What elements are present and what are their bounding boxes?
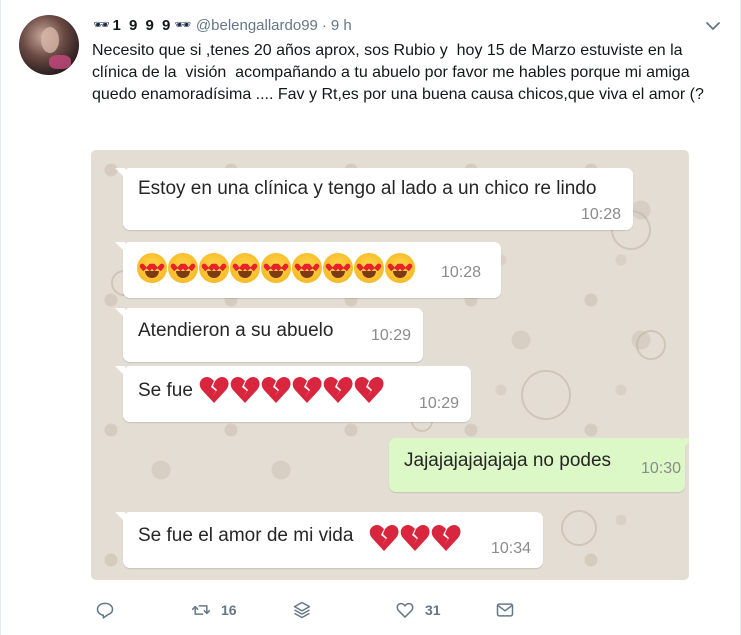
chat-message-incoming: 10:28	[115, 242, 501, 298]
broken-heart-icon	[261, 377, 291, 403]
broken-heart-icon	[354, 377, 384, 403]
message-text: Se fue el amor de mi vida	[138, 525, 354, 546]
sunglasses-icon: 🕶	[93, 17, 109, 32]
layers-icon	[293, 601, 311, 619]
broken-heart-emoji-row	[199, 376, 384, 404]
reply-icon	[96, 602, 114, 619]
heart-eyes-emoji-icon	[168, 253, 198, 283]
heart-outline-icon	[396, 602, 414, 618]
heart-eyes-emoji-icon	[230, 253, 260, 283]
message-text: Se fue	[138, 380, 193, 401]
retweet-count: 16	[221, 602, 237, 618]
message-text: Jajajajajajajaja no podes	[404, 450, 612, 471]
layers-button[interactable]	[292, 596, 312, 624]
tweet-card[interactable]: 🕶 1 9 9 9 🕶 @belengallardo99 · 9 h Neces…	[0, 0, 741, 635]
broken-heart-emoji-row	[369, 524, 461, 552]
broken-heart-icon	[199, 377, 229, 403]
retweet-button[interactable]: 16	[191, 596, 237, 624]
chat-message-incoming: Estoy en una clínica y tengo al lado a u…	[115, 168, 633, 230]
reply-button[interactable]	[95, 596, 115, 624]
tweet-text: Necesito que si ,tenes 20 años aprox, so…	[92, 42, 704, 103]
heart-eyes-emoji-icon	[354, 253, 384, 283]
display-name[interactable]: 1 9 9 9	[113, 17, 173, 34]
message-text: Atendieron a su abuelo	[138, 320, 334, 341]
message-time: 10:29	[370, 327, 411, 344]
message-time: 10:30	[640, 460, 681, 477]
heart-eyes-emoji-icon	[199, 253, 229, 283]
chat-message-incoming: Se fue 10:29	[115, 366, 471, 422]
avatar[interactable]	[19, 15, 79, 75]
like-count: 31	[425, 602, 441, 618]
message-time: 10:34	[490, 540, 531, 557]
broken-heart-icon	[369, 525, 399, 551]
chat-screenshot-image[interactable]: Estoy en una clínica y tengo al lado a u…	[91, 150, 689, 580]
heart-eyes-emoji-icon	[385, 253, 415, 283]
heart-eyes-emoji-icon	[323, 253, 353, 283]
user-handle[interactable]: @belengallardo99	[196, 17, 318, 34]
broken-heart-icon	[230, 377, 260, 403]
tweet-actions: 16 31	[91, 596, 731, 624]
separator-dot: ·	[321, 16, 327, 34]
chat-message-outgoing: Jajajajajajajaja no podes 10:30	[389, 438, 689, 492]
sunglasses-icon: 🕶	[174, 17, 190, 32]
chat-message-incoming: Atendieron a su abuelo 10:29	[115, 308, 423, 362]
heart-eyes-emoji-row	[137, 253, 415, 283]
heart-eyes-emoji-icon	[137, 253, 167, 283]
direct-message-button[interactable]	[495, 596, 515, 624]
heart-eyes-emoji-icon	[292, 253, 322, 283]
chat-message-incoming: Se fue el amor de mi vida 10:34	[115, 512, 543, 568]
broken-heart-icon	[431, 525, 461, 551]
like-button[interactable]: 31	[395, 596, 441, 624]
message-time: 10:28	[580, 206, 621, 223]
envelope-icon	[496, 603, 514, 617]
retweet-icon	[191, 605, 211, 615]
broken-heart-icon	[292, 377, 322, 403]
broken-heart-icon	[400, 525, 430, 551]
heart-eyes-emoji-icon	[261, 253, 291, 283]
message-time: 10:28	[440, 264, 481, 281]
tweet-header: 🕶 1 9 9 9 🕶 @belengallardo99 · 9 h	[93, 14, 352, 36]
message-text: Estoy en una clínica y tengo al lado a u…	[138, 178, 597, 199]
chevron-down-icon[interactable]	[705, 18, 721, 34]
broken-heart-icon	[323, 377, 353, 403]
tweet-timestamp[interactable]: 9 h	[331, 17, 352, 34]
message-time: 10:29	[418, 395, 459, 412]
